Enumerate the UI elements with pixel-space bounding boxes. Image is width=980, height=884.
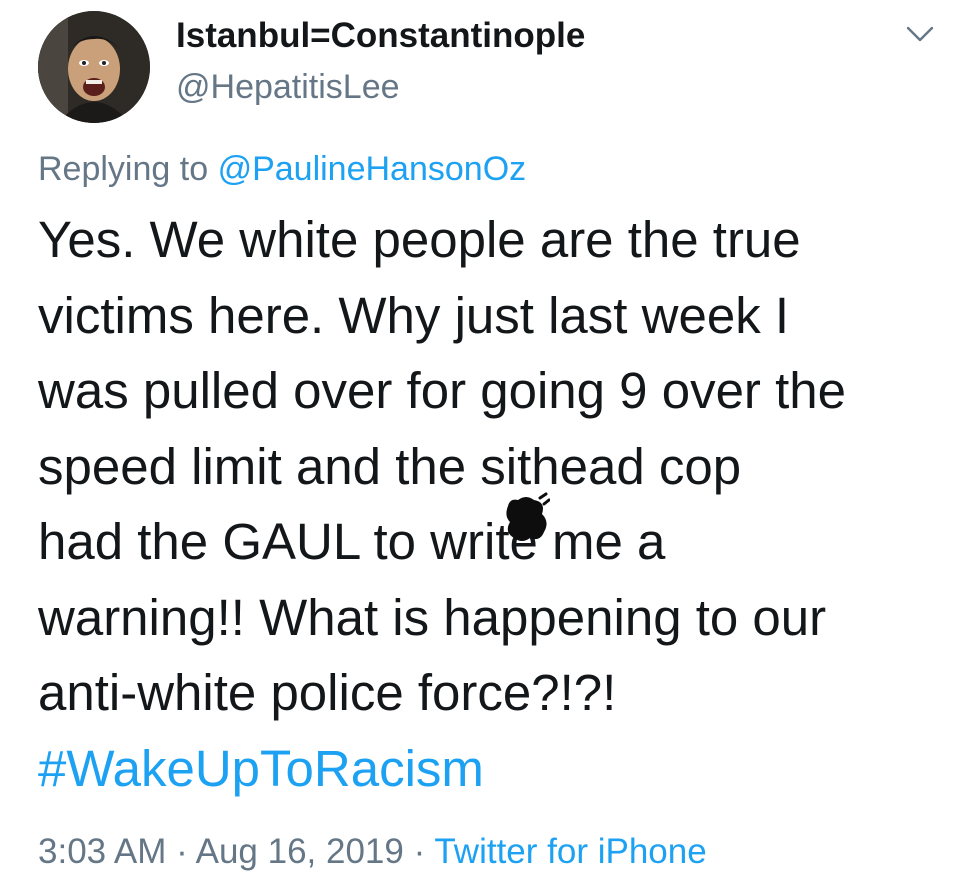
tweet-source-link[interactable]: Twitter for iPhone — [434, 832, 706, 871]
tweet-line-part: ithead cop — [505, 437, 742, 495]
tweet-line-part: speed limit and the s — [38, 437, 506, 495]
tweet-meta: 3:03 AM · Aug 16, 2019 · Twitter for iPh… — [38, 832, 707, 872]
censor-scribble-icon — [506, 492, 550, 541]
tweet-line: anti-white police force?!?! — [38, 664, 617, 721]
meta-separator: · — [176, 832, 188, 871]
avatar-photo — [38, 11, 150, 123]
tweet-date[interactable]: Aug 16, 2019 — [196, 832, 404, 871]
hashtag-link[interactable]: #WakeUpToRacism — [38, 731, 963, 807]
tweet-line-censored: speed limit and the s ithead cop — [38, 429, 963, 541]
tweet-text: Yes. We white people are the true victim… — [38, 202, 963, 806]
chevron-down-icon[interactable] — [905, 24, 935, 44]
tweet-time[interactable]: 3:03 AM — [38, 832, 166, 871]
meta-separator: · — [413, 832, 426, 871]
reply-prefix: Replying to — [38, 150, 209, 188]
avatar[interactable] — [38, 11, 150, 123]
reply-context: Replying to @PaulineHansonOz — [38, 150, 526, 189]
tweet-line: victims here. Why just last week I — [38, 286, 790, 344]
tweet-line: Yes. We white people are the true — [38, 211, 801, 268]
display-name[interactable]: Istanbul=Constantinople — [176, 16, 585, 56]
tweet-line: warning!! What is happening to our — [38, 588, 827, 646]
tweet-line: was pulled over for going 9 over the — [38, 362, 846, 419]
user-handle[interactable]: @HepatitisLee — [176, 68, 400, 107]
reply-mention-link[interactable]: @PaulineHansonOz — [218, 150, 527, 188]
